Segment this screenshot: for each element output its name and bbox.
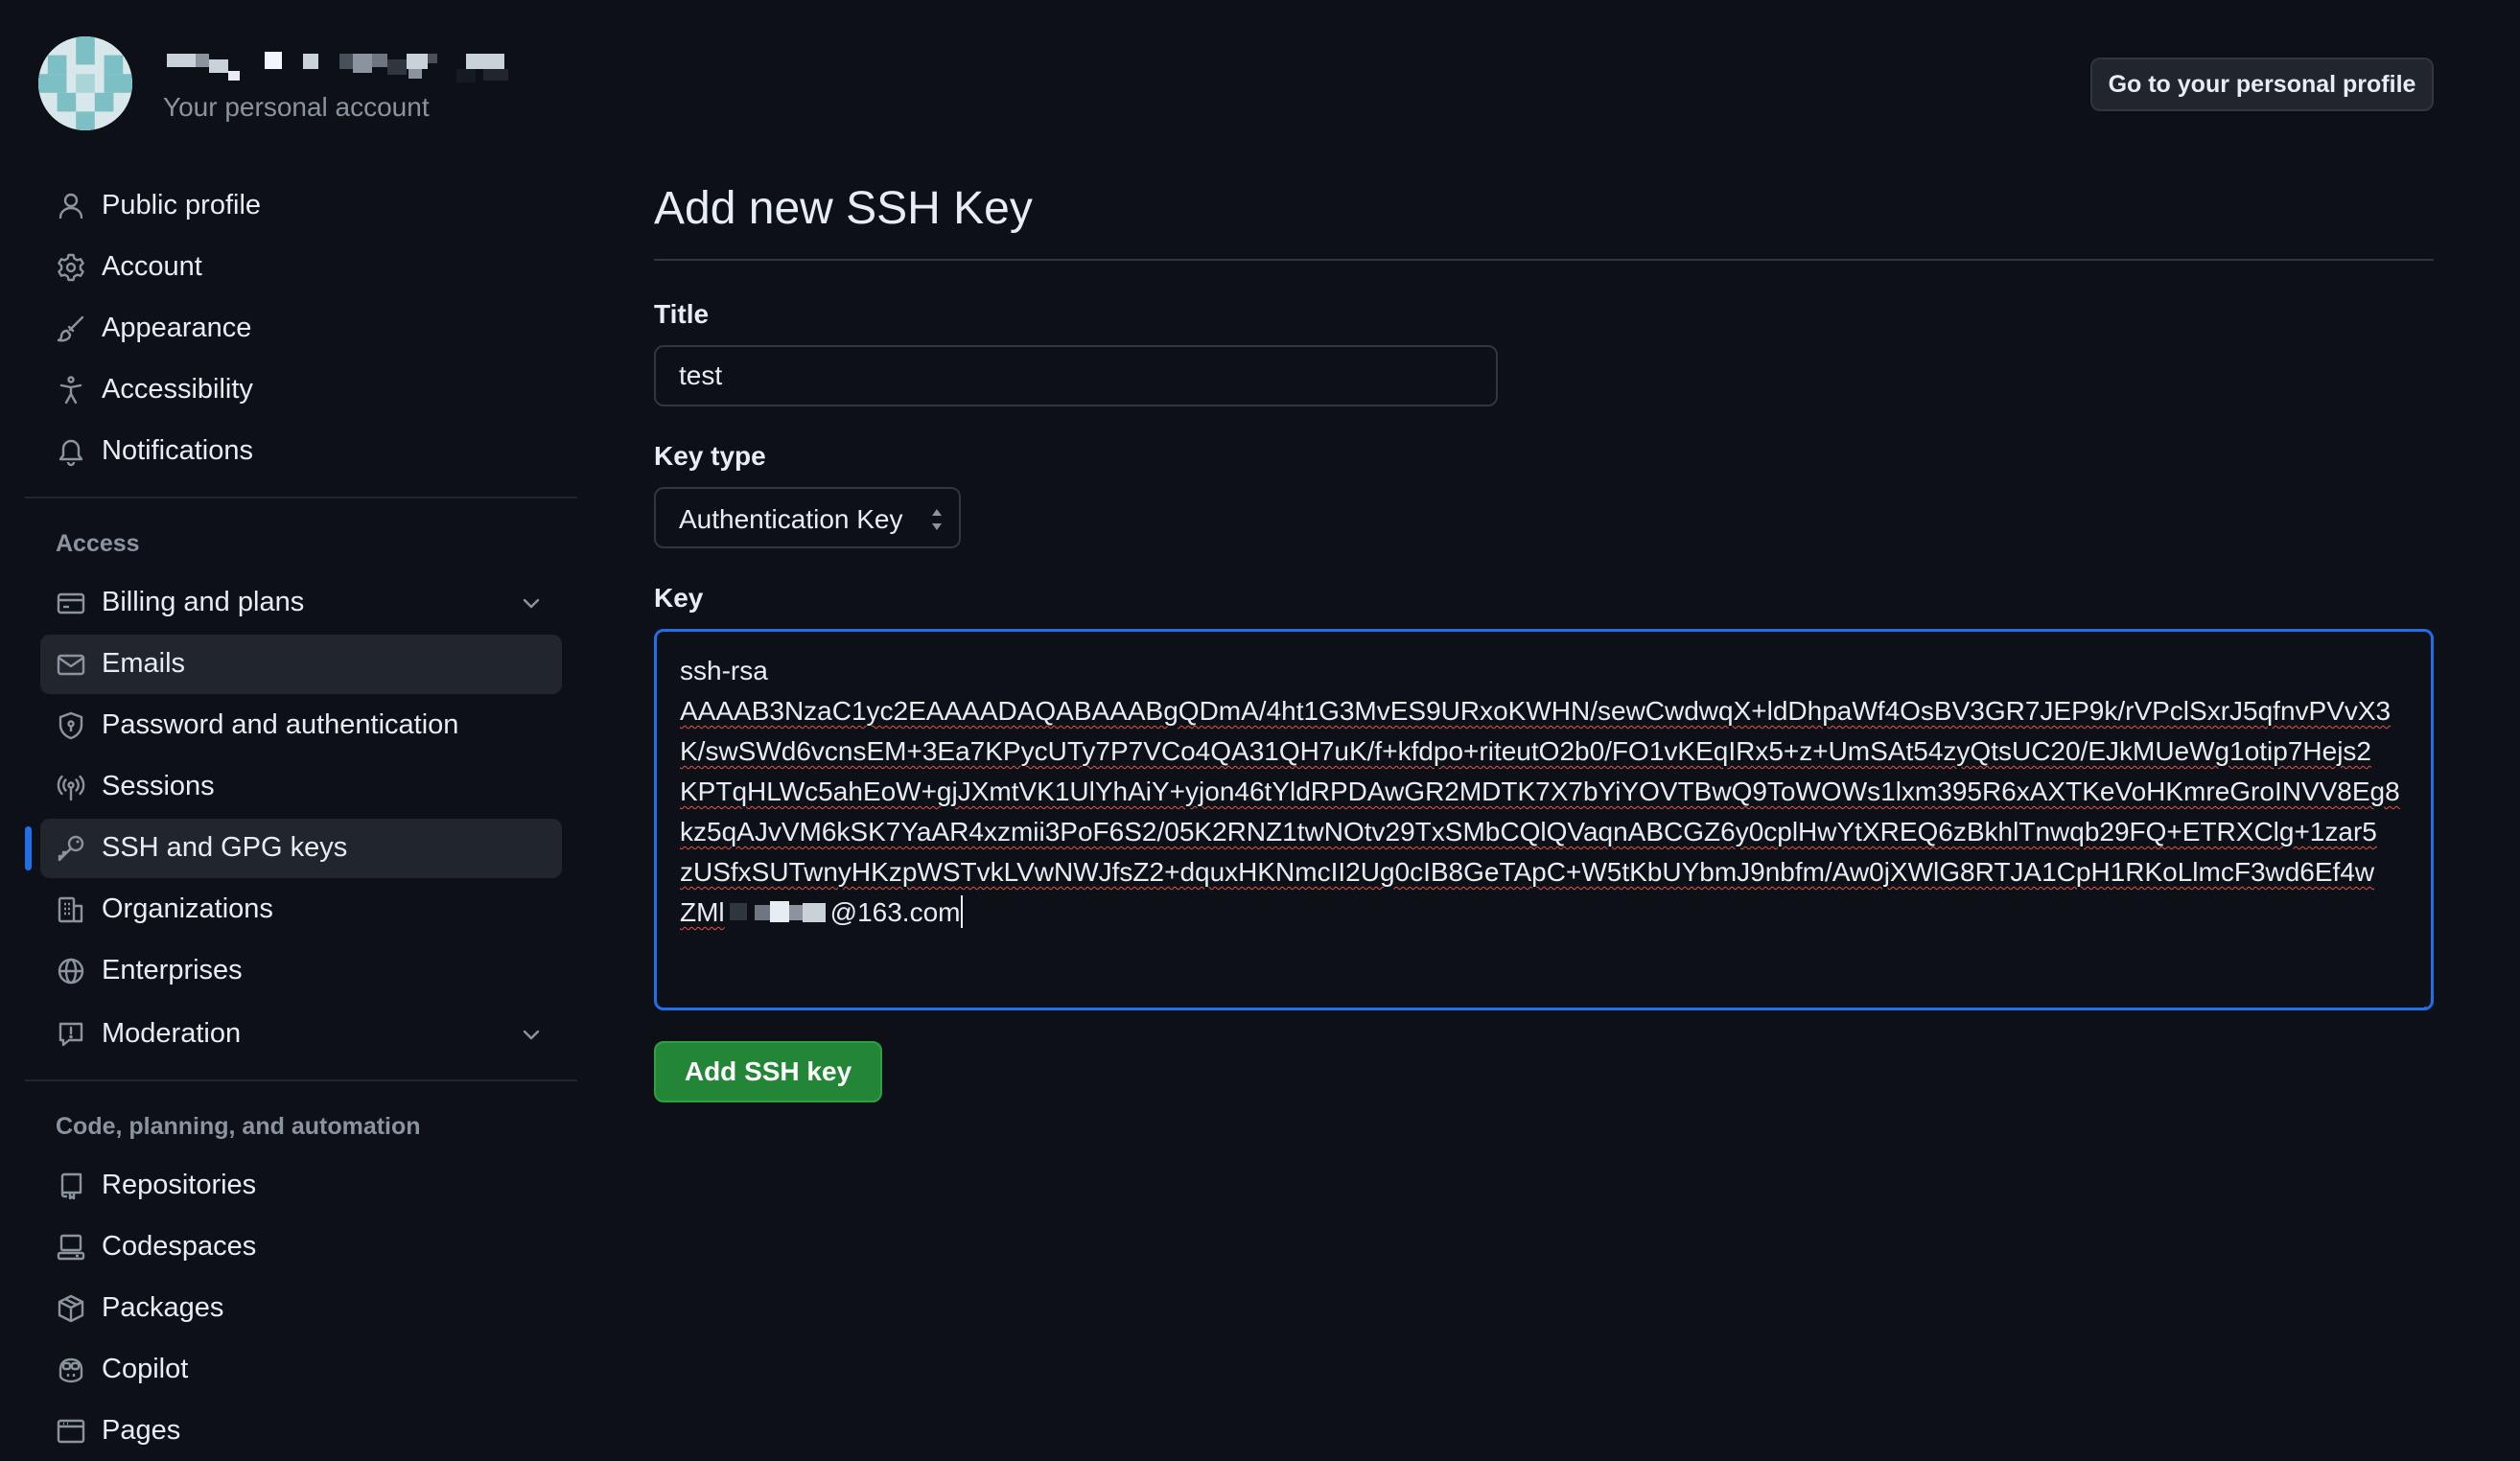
identicon-image bbox=[38, 36, 132, 130]
redacted-email-image bbox=[729, 901, 826, 922]
sidebar-item-pages[interactable]: Pages bbox=[40, 1402, 562, 1461]
key-type-selected-value: Authentication Key bbox=[679, 504, 903, 534]
key-text-line: KPTqHLWc5ahEoW+gjJXmtVK1UlYhAiY+yjon46tY… bbox=[680, 777, 2400, 806]
sidebar-item-label: Moderation bbox=[102, 1018, 242, 1049]
sidebar-item-codespaces[interactable]: Codespaces bbox=[40, 1218, 562, 1277]
key-text-last-line: ZMl @163.com bbox=[680, 893, 2400, 933]
sidebar-item-label: Billing and plans bbox=[102, 587, 305, 617]
sidebar-item-label: SSH and GPG keys bbox=[102, 832, 348, 863]
globe-icon bbox=[56, 956, 86, 986]
avatar[interactable] bbox=[38, 36, 132, 130]
sidebar-item-moderation[interactable]: Moderation bbox=[40, 1005, 562, 1064]
sidebar-item-account[interactable]: Account bbox=[40, 238, 562, 297]
report-icon bbox=[56, 1019, 86, 1050]
sidebar-divider bbox=[25, 497, 577, 499]
sidebar-divider bbox=[25, 1079, 577, 1081]
sidebar-item-label: Accessibility bbox=[102, 374, 253, 405]
sidebar-item-password[interactable]: Password and authentication bbox=[40, 696, 562, 755]
key-text-line: zUSfxSUTwnyHKzpWSTvkLVwNWJfsZ2+dquxHKNmc… bbox=[680, 857, 2375, 887]
add-ssh-key-button[interactable]: Add SSH key bbox=[654, 1041, 882, 1102]
accessibility-icon bbox=[56, 375, 86, 406]
codespaces-icon bbox=[56, 1232, 86, 1263]
sidebar-item-ssh-gpg-keys[interactable]: SSH and GPG keys bbox=[40, 819, 562, 878]
sidebar-item-emails[interactable]: Emails bbox=[40, 635, 562, 694]
text-caret bbox=[961, 895, 964, 928]
sidebar-item-label: Organizations bbox=[102, 893, 273, 924]
mail-icon bbox=[56, 649, 86, 680]
sidebar-item-packages[interactable]: Packages bbox=[40, 1279, 562, 1338]
broadcast-icon bbox=[56, 772, 86, 802]
title-field-label: Title bbox=[654, 299, 710, 329]
chevron-down-icon[interactable] bbox=[518, 1021, 545, 1048]
key-type-field-label: Key type bbox=[654, 441, 766, 471]
page-title: Add new SSH Key bbox=[654, 183, 1033, 234]
key-textarea[interactable]: ssh-rsa AAAAB3NzaC1yc2EAAAADAQABAAABgQDm… bbox=[654, 629, 2434, 1010]
credit-card-icon bbox=[56, 588, 86, 618]
sidebar-item-notifications[interactable]: Notifications bbox=[40, 422, 562, 481]
sidebar-item-label: Account bbox=[102, 251, 202, 282]
key-text-fragment: @163.com bbox=[829, 897, 961, 927]
sidebar-item-copilot[interactable]: Copilot bbox=[40, 1340, 562, 1400]
shield-lock-icon bbox=[56, 710, 86, 741]
sidebar-item-enterprises[interactable]: Enterprises bbox=[40, 941, 562, 1001]
gear-icon bbox=[56, 252, 86, 283]
sidebar-item-sessions[interactable]: Sessions bbox=[40, 757, 562, 817]
copilot-icon bbox=[56, 1355, 86, 1385]
sidebar-item-label: Appearance bbox=[102, 313, 252, 343]
sidebar-item-label: Copilot bbox=[102, 1354, 189, 1384]
sidebar-item-label: Pages bbox=[102, 1415, 181, 1446]
key-text-fragment: ZMl bbox=[680, 897, 725, 927]
sidebar-item-organizations[interactable]: Organizations bbox=[40, 880, 562, 939]
sidebar-item-label: Enterprises bbox=[102, 955, 243, 986]
key-field-label: Key bbox=[654, 583, 704, 613]
bell-icon bbox=[56, 436, 86, 467]
sidebar-item-appearance[interactable]: Appearance bbox=[40, 299, 562, 359]
sidebar-item-accessibility[interactable]: Accessibility bbox=[40, 360, 562, 420]
redacted-account-name[interactable] bbox=[167, 48, 575, 88]
package-icon bbox=[56, 1293, 86, 1324]
sidebar-item-label: Packages bbox=[102, 1292, 224, 1323]
chevron-down-icon[interactable] bbox=[518, 590, 545, 616]
section-title-code-planning: Code, planning, and automation bbox=[56, 1113, 421, 1140]
go-to-profile-button[interactable]: Go to your personal profile bbox=[2090, 58, 2434, 111]
sidebar-item-label: Codespaces bbox=[102, 1231, 257, 1262]
resize-grip-icon[interactable] bbox=[2412, 988, 2427, 1008]
title-input[interactable] bbox=[654, 345, 1498, 406]
key-type-select[interactable]: Authentication Key bbox=[654, 487, 961, 548]
key-text-line: kz5qAJvVM6kSK7YaAR4xzmii3PoF6S2/05K2RNZ1… bbox=[680, 817, 2377, 846]
key-text-line: AAAAB3NzaC1yc2EAAAADAQABAAABgQDmA/4ht1G3… bbox=[680, 696, 2392, 726]
active-indicator bbox=[25, 826, 32, 870]
sidebar-item-billing[interactable]: Billing and plans bbox=[40, 573, 562, 633]
sidebar-item-label: Notifications bbox=[102, 435, 253, 466]
sidebar-item-label: Public profile bbox=[102, 190, 262, 220]
pixelated-name-image bbox=[167, 52, 508, 82]
sidebar-item-repositories[interactable]: Repositories bbox=[40, 1156, 562, 1216]
select-updown-icon bbox=[928, 506, 945, 533]
key-text-line: K/swSWd6vcnsEM+3Ea7KPycUTy7P7VCo4QA31QH7… bbox=[680, 736, 2371, 766]
browser-icon bbox=[56, 1416, 86, 1447]
sidebar-item-label: Sessions bbox=[102, 771, 215, 801]
sidebar-item-label: Repositories bbox=[102, 1170, 257, 1200]
section-title-access: Access bbox=[56, 530, 140, 557]
organization-icon bbox=[56, 894, 86, 925]
person-icon bbox=[56, 191, 86, 221]
title-divider bbox=[654, 259, 2434, 261]
paintbrush-icon bbox=[56, 313, 86, 344]
repo-icon bbox=[56, 1171, 86, 1201]
sidebar-item-label: Password and authentication bbox=[102, 709, 459, 740]
key-text-line: ssh-rsa bbox=[680, 656, 768, 685]
sidebar-item-label: Emails bbox=[102, 648, 186, 679]
account-subtitle: Your personal account bbox=[163, 92, 430, 122]
sidebar-item-public-profile[interactable]: Public profile bbox=[40, 176, 562, 236]
key-icon bbox=[56, 833, 86, 864]
